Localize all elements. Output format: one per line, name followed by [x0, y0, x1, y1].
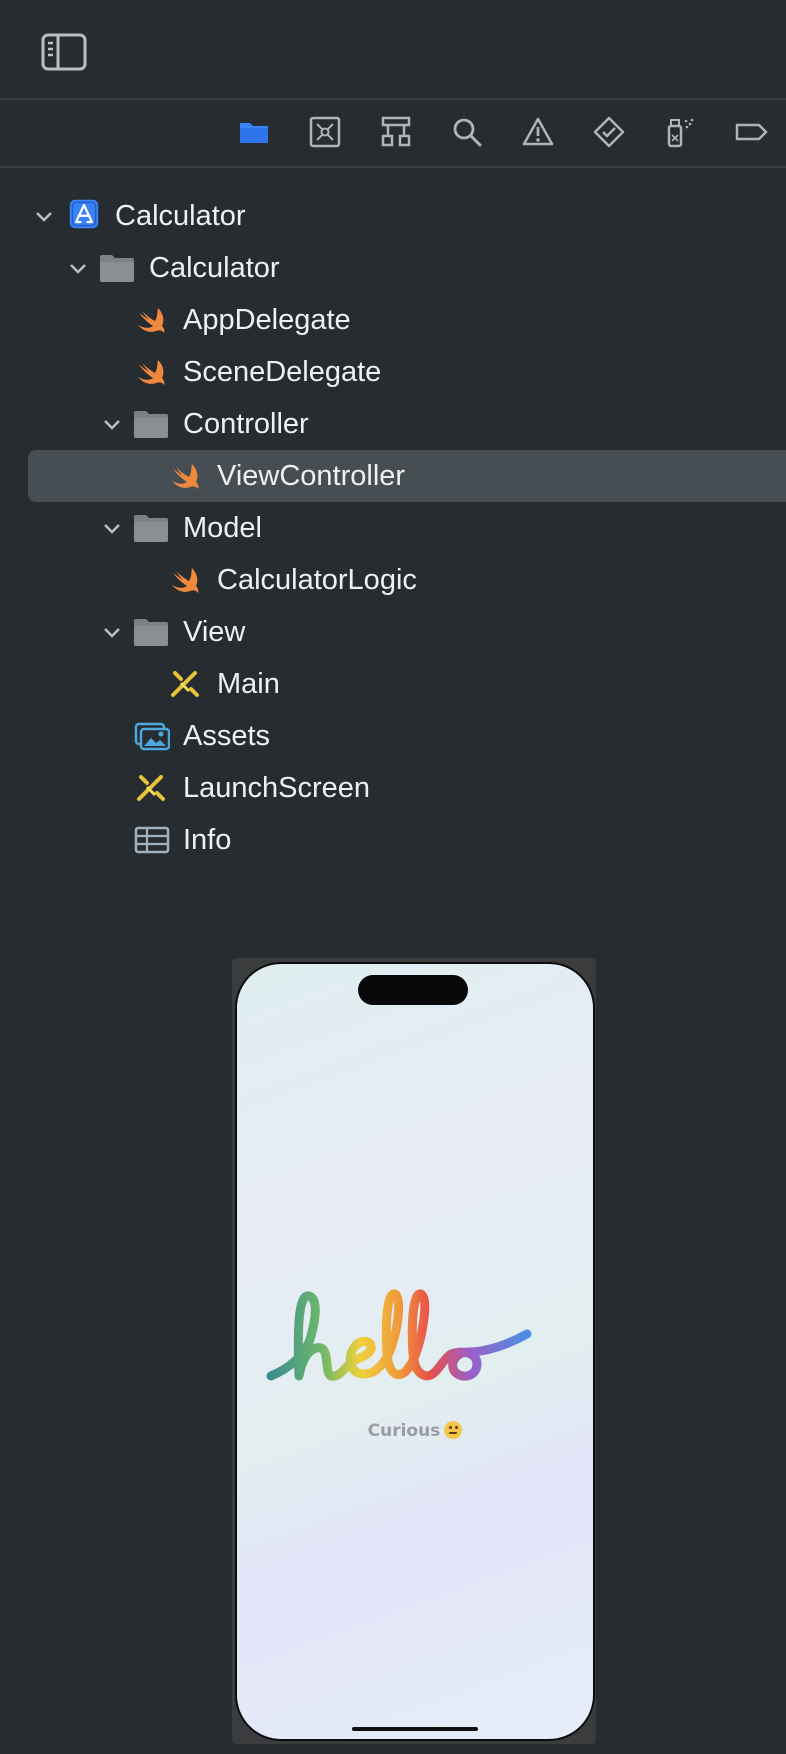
tree-row-swift-file-selected[interactable]: ViewController — [0, 450, 786, 502]
tree-label: ViewController — [217, 460, 406, 492]
chevron-down-icon[interactable] — [100, 412, 124, 436]
chevron-down-icon[interactable] — [100, 620, 124, 644]
spray-icon[interactable] — [660, 112, 700, 152]
tree-row-folder[interactable]: View — [0, 606, 786, 658]
folder-icon[interactable] — [234, 112, 274, 152]
tree-label: Assets — [183, 720, 271, 752]
folder-icon — [134, 515, 168, 542]
swift-icon — [138, 360, 165, 385]
tree-row-plist[interactable]: Info — [0, 814, 786, 866]
assets-icon — [134, 722, 170, 751]
tree-row-swift-file[interactable]: CalculatorLogic — [0, 554, 786, 606]
tree-label: Calculator — [115, 200, 246, 232]
folder-icon — [134, 411, 168, 438]
tree-row-swift-file[interactable]: SceneDelegate — [0, 346, 786, 398]
chevron-down-icon[interactable] — [32, 204, 56, 228]
breakpoint-icon[interactable] — [731, 112, 771, 152]
chevron-down-icon[interactable] — [66, 256, 90, 280]
tree-label: SceneDelegate — [183, 356, 382, 388]
table-icon — [134, 826, 170, 854]
swift-icon — [172, 464, 199, 489]
subtitle-text: Curious — [237, 1421, 593, 1441]
chevron-down-icon[interactable] — [100, 516, 124, 540]
tree-label: CalculatorLogic — [217, 564, 417, 596]
navigator-tab-bar — [0, 100, 786, 168]
hello-lettering — [266, 1289, 532, 1381]
tree-label: Main — [217, 668, 280, 700]
tree-label: Model — [183, 512, 262, 544]
magnifier-icon[interactable] — [447, 112, 487, 152]
swift-icon — [172, 568, 199, 593]
home-indicator — [352, 1727, 478, 1731]
dynamic-island — [358, 975, 468, 1005]
storyboard-icon — [171, 671, 199, 697]
subtitle-label: Curious — [367, 1421, 441, 1441]
tree-row-project[interactable]: Calculator — [0, 190, 786, 242]
warning-icon[interactable] — [518, 112, 558, 152]
tree-row-assets[interactable]: Assets — [0, 710, 786, 762]
tree-row-folder[interactable]: Model — [0, 502, 786, 554]
project-app-icon — [69, 199, 99, 229]
tree-row-folder[interactable]: Controller — [0, 398, 786, 450]
tree-row-folder[interactable]: Calculator — [0, 242, 786, 294]
sidebar-left-icon[interactable] — [40, 32, 88, 72]
tree-row-swift-file[interactable]: AppDelegate — [0, 294, 786, 346]
tree-label: Info — [183, 824, 232, 856]
tree-label: LaunchScreen — [183, 772, 371, 804]
top-toolbar — [0, 0, 786, 100]
tree-label: Calculator — [149, 252, 280, 284]
tree-label: Controller — [183, 408, 309, 440]
folder-icon — [134, 619, 168, 646]
iphone-preview: Curious — [235, 962, 595, 1741]
tree-row-storyboard[interactable]: Main — [0, 658, 786, 710]
folder-icon — [100, 255, 134, 282]
hierarchy-icon[interactable] — [376, 112, 416, 152]
tree-label: AppDelegate — [183, 304, 351, 336]
smiling-face-icon — [444, 1421, 463, 1439]
storyboard-icon — [137, 775, 165, 801]
tree-label: View — [183, 616, 246, 648]
swift-icon — [138, 308, 165, 333]
diamond-check-icon[interactable] — [589, 112, 629, 152]
source-control-icon[interactable] — [305, 112, 345, 152]
tree-row-storyboard[interactable]: LaunchScreen — [0, 762, 786, 814]
